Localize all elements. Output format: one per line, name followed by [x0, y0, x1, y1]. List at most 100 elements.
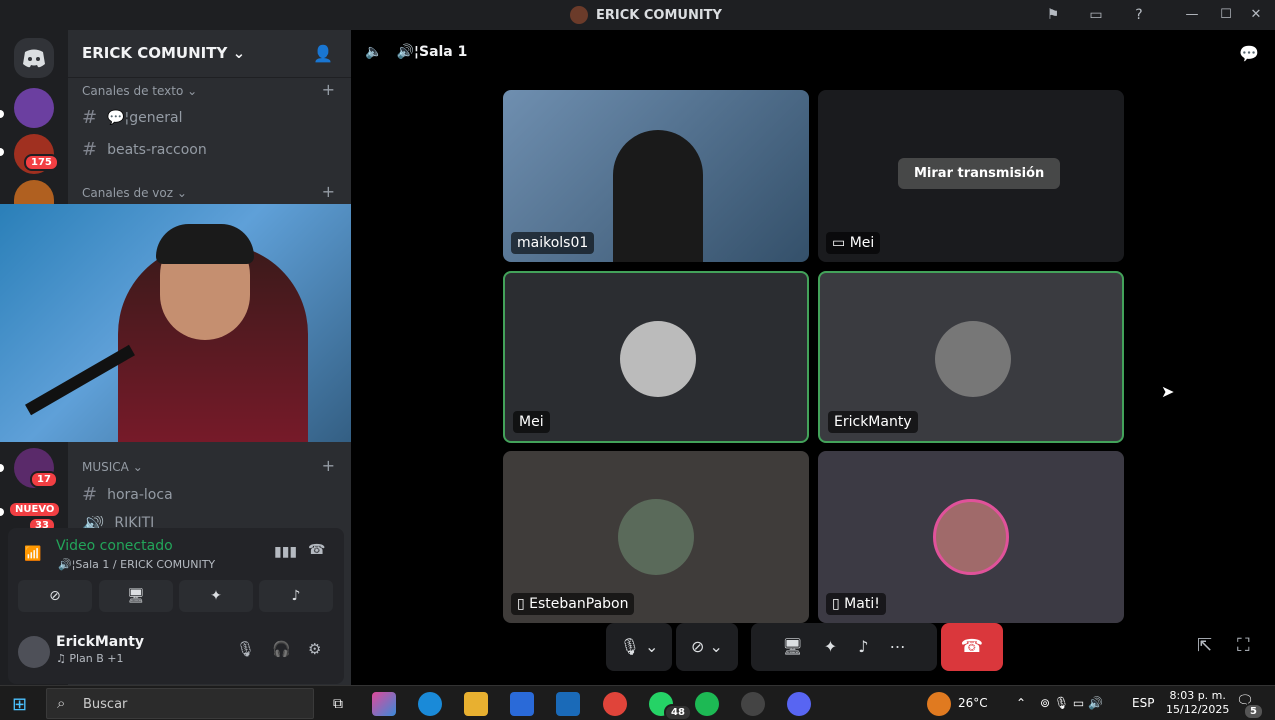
voice-stage: 🔈 🔊¦Sala 1 💬 maikols01 Mirar transmisión…: [351, 30, 1275, 685]
disconnect-icon[interactable]: ☎: [308, 542, 325, 558]
category-text[interactable]: Canales de texto ⌄: [82, 84, 197, 98]
server-icon[interactable]: [14, 88, 54, 128]
hash-icon: #: [82, 484, 98, 505]
window-title: ERICK COMUNITY: [570, 6, 722, 24]
windows-start-icon[interactable]: ⊞: [12, 694, 27, 715]
camera-toggle[interactable]: ⊘ ⌄: [676, 623, 738, 671]
guild-header[interactable]: ERICK COMUNITY ⌄ 👤: [68, 30, 351, 78]
discord-icon[interactable]: [14, 38, 54, 78]
server-icon: [570, 6, 588, 24]
user-area: ErickManty ♫ Plan B +1 🎙 🎧 ⚙: [8, 628, 344, 684]
whatsapp-badge: 48: [664, 704, 692, 720]
person-hair: [156, 224, 254, 264]
avatar[interactable]: [18, 636, 50, 668]
voice-status: Video conectado: [56, 538, 173, 554]
avatar: [935, 321, 1011, 397]
popout-icon[interactable]: ⇱: [1197, 635, 1212, 656]
participant-tile[interactable]: ▯ EstebanPabon: [503, 451, 809, 623]
user-status: ♫ Plan B +1: [56, 652, 124, 665]
participant-tile[interactable]: ▯ Mati!: [818, 451, 1124, 623]
mention-badge: 17: [30, 471, 58, 488]
soundboard-button[interactable]: ♪: [259, 580, 333, 612]
tray-icons[interactable]: ⊚ 🎙 ▭ 🔊: [1040, 696, 1103, 710]
video-tile[interactable]: maikols01: [503, 90, 809, 262]
participant-tile[interactable]: ErickManty: [818, 271, 1124, 443]
participant-name: maikols01: [511, 232, 595, 254]
avatar: [620, 321, 696, 397]
soundboard-icon[interactable]: ♪: [858, 637, 868, 656]
cursor-icon: ➤: [1161, 382, 1175, 401]
activities-icon[interactable]: ✦: [824, 637, 837, 656]
watch-stream-button[interactable]: Mirar transmisión: [898, 158, 1061, 189]
chevron-up-icon[interactable]: ⌃: [1016, 696, 1026, 710]
add-channel-icon[interactable]: +: [322, 80, 335, 99]
file-explorer-icon[interactable]: [464, 692, 488, 716]
chrome-icon[interactable]: [603, 692, 627, 716]
weather-icon[interactable]: [927, 692, 951, 716]
channel-title: 🔊¦Sala 1: [396, 44, 468, 60]
screenshare-button[interactable]: 🖥: [99, 580, 173, 612]
avatar: [618, 499, 694, 575]
channel-item[interactable]: # beats-raccoon: [82, 139, 207, 160]
noise-suppression-icon[interactable]: ▮▮▮: [274, 544, 297, 560]
headphones-icon[interactable]: 🎧: [272, 640, 291, 658]
discord-icon[interactable]: [787, 692, 811, 716]
participant-name: ▯ Mati!: [826, 593, 886, 615]
outlook-icon[interactable]: [556, 692, 580, 716]
window-title-text: ERICK COMUNITY: [596, 7, 722, 23]
channel-item[interactable]: # hora-loca: [82, 484, 173, 505]
close-button[interactable]: ✕: [1241, 5, 1271, 25]
add-member-icon[interactable]: 👤: [313, 44, 333, 63]
username[interactable]: ErickManty: [56, 634, 144, 650]
store-icon[interactable]: [510, 692, 534, 716]
category-voice[interactable]: Canales de voz ⌄: [82, 186, 187, 200]
microphone-icon[interactable]: 🎙: [236, 640, 255, 658]
chat-icon[interactable]: 💬: [1239, 44, 1259, 63]
monitor-icon[interactable]: ▭: [1087, 6, 1105, 24]
actions-group: 🖥 ✦ ♪ ⋯: [751, 623, 937, 671]
help-icon[interactable]: ?: [1130, 6, 1148, 24]
gear-icon[interactable]: ⚙: [308, 640, 321, 658]
fullscreen-icon[interactable]: ⛶: [1237, 635, 1250, 656]
avatar: [933, 499, 1009, 575]
spotify-icon[interactable]: [695, 692, 719, 716]
hangup-button[interactable]: ☎: [941, 623, 1003, 671]
guild-name[interactable]: ERICK COMUNITY ⌄: [82, 44, 245, 62]
search-box[interactable]: ⌕ Buscar: [46, 688, 314, 719]
participant-name: Mei: [513, 411, 550, 433]
weather-temp[interactable]: 26°C: [958, 696, 988, 710]
call-controls: 🎙 ⌄ ⊘ ⌄ 🖥 ✦ ♪ ⋯ ☎: [606, 623, 1008, 671]
camera-off-button[interactable]: ⊘: [18, 580, 92, 612]
clock[interactable]: 8:03 p. m. 15/12/2025: [1166, 689, 1229, 717]
copilot-icon[interactable]: [372, 692, 396, 716]
discord-window: ERICK COMUNITY ⚑ ▭ ? — ☐ ✕ 175 17 NUEVO …: [0, 0, 1275, 720]
voice-location[interactable]: 🔊¦Sala 1 / ERICK COMUNITY: [58, 558, 215, 571]
participant-tile[interactable]: Mei: [503, 271, 809, 443]
participant-name: ErickManty: [828, 411, 918, 433]
title-bar: ERICK COMUNITY ⚑ ▭ ? — ☐ ✕: [0, 0, 1275, 30]
add-channel-icon[interactable]: +: [322, 182, 335, 201]
edge-icon[interactable]: [418, 692, 442, 716]
channel-item[interactable]: # 💬¦general: [82, 107, 182, 128]
mention-badge: 175: [24, 154, 59, 171]
participant-name: ▭ Mei: [826, 232, 881, 254]
mobile-icon: ▯: [517, 596, 525, 612]
task-view-icon[interactable]: ⧉: [326, 692, 350, 716]
category-music[interactable]: MUSICA ⌄: [82, 460, 143, 474]
more-icon[interactable]: ⋯: [890, 637, 906, 656]
activities-button[interactable]: ✦: [179, 580, 253, 612]
new-badge: NUEVO: [8, 501, 62, 518]
server-icon[interactable]: [14, 180, 54, 204]
add-channel-icon[interactable]: +: [322, 456, 335, 475]
screenshare-icon[interactable]: 🖥: [782, 637, 802, 656]
hash-icon: #: [82, 107, 98, 128]
language-indicator[interactable]: ESP: [1132, 696, 1154, 710]
obs-icon[interactable]: [741, 692, 765, 716]
channel-header: 🔈 🔊¦Sala 1: [365, 44, 467, 60]
inbox-icon[interactable]: ⚑: [1044, 6, 1062, 24]
minimize-button[interactable]: —: [1177, 5, 1207, 25]
participant-name: ▯ EstebanPabon: [511, 593, 635, 615]
stream-tile[interactable]: Mirar transmisión ▭ Mei: [818, 90, 1124, 262]
maximize-button[interactable]: ☐: [1211, 5, 1241, 25]
microphone-toggle[interactable]: 🎙 ⌄: [606, 623, 672, 671]
